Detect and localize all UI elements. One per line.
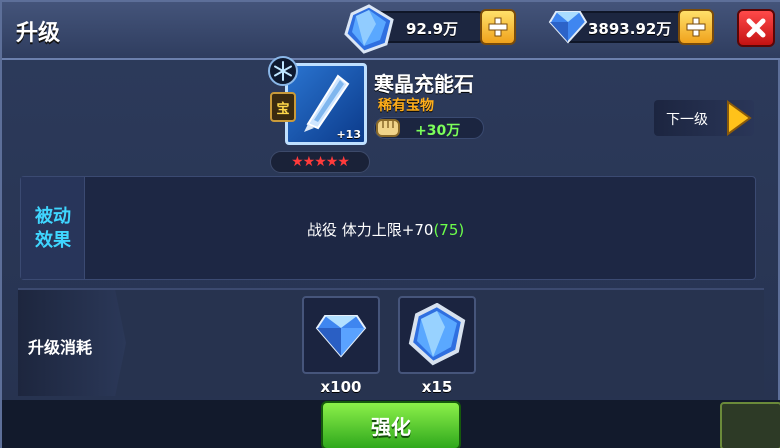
effect-bonus: (75) — [433, 221, 465, 239]
cost-slot-small-gem[interactable] — [302, 296, 380, 374]
frost-badge — [268, 56, 298, 86]
passive-effect-text: 战役 体力上限+70(75) — [307, 219, 464, 240]
add-currency-2-button[interactable] — [678, 9, 714, 45]
upgrade-button[interactable]: 强化 — [321, 401, 461, 448]
close-icon — [746, 18, 766, 38]
large-blue-gem-icon — [408, 303, 466, 366]
power-pill: +30万 — [374, 117, 484, 139]
currency-1-value: 92.9万 — [406, 20, 459, 38]
cost-qty-large-gem: x15 — [421, 378, 453, 396]
small-gem-currency-icon — [548, 11, 588, 44]
small-blue-gem-icon — [315, 315, 367, 358]
upgrade-dialog: 升级 92.9万 3893.92万 +13 宝 ★★★★★ 寒晶充能石 稀有宝物… — [0, 0, 780, 448]
currency-2-value: 3893.92万 — [588, 20, 672, 38]
cost-qty-small-gem: x100 — [320, 378, 362, 396]
dialog-title: 升级 — [16, 21, 61, 46]
treasure-badge: 宝 — [270, 92, 296, 122]
next-level-label: 下一级 — [666, 112, 708, 128]
item-rarity: 稀有宝物 — [378, 98, 434, 114]
passive-effect-tab-label: 被动效果 — [35, 206, 71, 251]
passive-effect-tab: 被动效果 — [21, 177, 85, 279]
plus-icon — [686, 17, 706, 37]
close-button[interactable] — [737, 9, 775, 47]
background-side-tab — [720, 402, 780, 448]
next-level-button[interactable]: 下一级 — [654, 100, 754, 136]
snowflake-icon — [274, 61, 292, 81]
cost-label: 升级消耗 — [28, 338, 93, 357]
add-currency-1-button[interactable] — [480, 9, 516, 45]
upgrade-cost-panel: 升级消耗 x100 x15 — [18, 288, 764, 396]
chevron-right-icon — [727, 100, 752, 136]
item-level-badge: +13 — [336, 128, 361, 141]
upgrade-button-label: 强化 — [371, 415, 411, 439]
power-value: +30万 — [415, 123, 461, 139]
plus-icon — [488, 17, 508, 37]
item-name: 寒晶充能石 — [374, 72, 474, 96]
star-rating: ★★★★★ — [270, 151, 370, 173]
title-bar: 升级 92.9万 3893.92万 — [2, 2, 780, 60]
passive-effect-panel: 被动效果 战役 体力上限+70(75) — [20, 176, 756, 280]
large-gem-currency-icon — [344, 4, 394, 54]
fist-icon — [376, 119, 400, 137]
cost-slot-large-gem[interactable] — [398, 296, 476, 374]
effect-description: 战役 体力上限+70 — [307, 221, 434, 239]
